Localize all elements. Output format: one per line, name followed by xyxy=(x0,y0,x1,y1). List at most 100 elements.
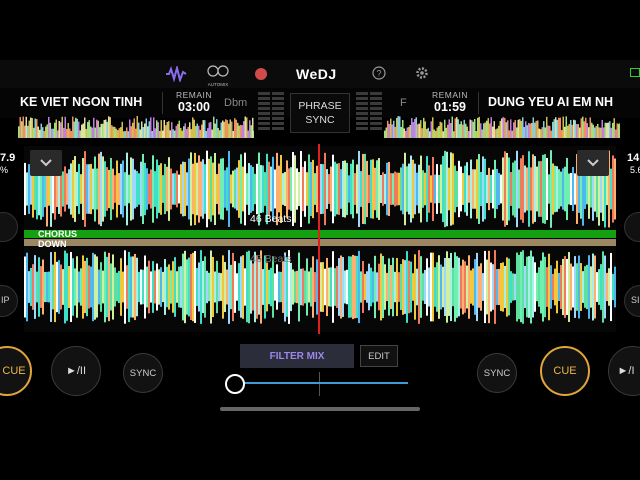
waveform-icon[interactable] xyxy=(165,66,187,82)
waveform-bar xyxy=(398,272,400,302)
deck-left-cue-button[interactable]: CUE xyxy=(0,346,32,396)
waveform-bar xyxy=(44,271,46,303)
deck-left-sync-button[interactable]: SYNC xyxy=(123,353,163,393)
waveform-bar xyxy=(246,173,248,205)
waveform-bar xyxy=(534,156,536,222)
waveform-bar xyxy=(238,263,240,311)
deck-left-level-meter xyxy=(272,92,284,134)
waveform-bar xyxy=(396,172,398,206)
overview-bar xyxy=(226,120,228,138)
waveform-bar xyxy=(200,161,202,217)
deck-left-remain-label: REMAIN xyxy=(176,90,213,100)
waveform-bar xyxy=(434,267,436,307)
automix-button[interactable]: AUTOMIX xyxy=(206,64,230,87)
overview-bar xyxy=(121,121,123,138)
deck-left-bpm[interactable]: 7.9 xyxy=(0,152,15,164)
deck-right-side-button[interactable] xyxy=(624,212,640,242)
waveform-bar xyxy=(544,256,546,318)
deck-right-sync-button[interactable]: SYNC xyxy=(477,353,517,393)
deck-right-side-button[interactable]: SI xyxy=(624,285,640,317)
crossfader-thumb[interactable] xyxy=(225,374,245,394)
waveform-bar xyxy=(286,257,288,317)
waveform-bar xyxy=(438,255,440,319)
waveform-bar xyxy=(230,174,232,204)
waveform-bar xyxy=(68,169,70,209)
overview-bar xyxy=(157,122,159,138)
waveform-bar xyxy=(124,250,126,324)
waveform-bar xyxy=(102,156,104,222)
overview-bar xyxy=(493,121,495,138)
waveform-bar xyxy=(322,262,324,312)
waveform-bar xyxy=(324,268,326,306)
overview-bar xyxy=(18,126,20,138)
crossfader-track[interactable] xyxy=(236,382,408,384)
waveform-bar xyxy=(408,260,410,314)
waveform-bar xyxy=(326,169,328,209)
filter-mix-button[interactable]: FILTER MIX xyxy=(240,344,354,368)
overview-bar xyxy=(27,125,29,138)
edit-button[interactable]: EDIT xyxy=(360,345,398,367)
overview-bar xyxy=(183,126,185,138)
overview-bar xyxy=(193,119,195,138)
waveform-bar xyxy=(96,256,98,318)
deck-left-waveform[interactable] xyxy=(24,150,616,228)
waveform-bar xyxy=(196,162,198,216)
overview-bar xyxy=(588,127,590,138)
waveform-bar xyxy=(82,255,84,319)
waveform-bar xyxy=(54,251,56,323)
gear-icon[interactable] xyxy=(415,66,429,80)
waveform-bar xyxy=(116,272,118,302)
waveform-bar xyxy=(414,163,416,215)
waveform-bar xyxy=(224,261,226,313)
deck-right-cue-button[interactable]: CUE xyxy=(540,346,590,396)
waveform-bar xyxy=(90,163,92,215)
deck-left-track-title[interactable]: KE VIET NGON TINH xyxy=(20,95,160,109)
deck-left-beats-label: 46 Beats xyxy=(250,213,292,225)
waveform-bar xyxy=(142,269,144,305)
waveform-bar xyxy=(446,251,448,323)
deck-right-overview-waveform[interactable] xyxy=(384,116,620,138)
deck-right-track-title[interactable]: DUNG YEU AI EM NH xyxy=(488,95,640,109)
waveform-bar xyxy=(406,166,408,212)
overview-bar xyxy=(580,118,582,138)
help-icon[interactable]: ? xyxy=(372,66,386,80)
deck-right-bpm[interactable]: 14 xyxy=(627,152,639,164)
waveform-bar xyxy=(350,163,352,215)
waveform-bar xyxy=(566,258,568,316)
deck-left-play-pause-button[interactable]: ►/II xyxy=(51,346,101,396)
waveform-bar xyxy=(410,261,412,313)
deck-left-pitch: % xyxy=(0,165,9,175)
deck-left-overview-waveform[interactable] xyxy=(18,116,254,138)
overview-bar xyxy=(90,126,92,138)
overview-bar xyxy=(586,123,588,138)
waveform-bar xyxy=(378,263,380,311)
waveform-bar xyxy=(30,173,32,205)
overview-bar xyxy=(150,117,152,138)
overview-bar xyxy=(25,116,27,138)
overview-bar xyxy=(24,125,26,138)
deck-right-expand-button[interactable] xyxy=(577,150,609,176)
waveform-bar xyxy=(478,154,480,224)
phrase-sync-button[interactable]: PHRASE SYNC xyxy=(290,93,350,133)
waveform-bar xyxy=(242,255,244,319)
deck-left-side-button[interactable] xyxy=(0,212,18,242)
waveform-bar xyxy=(80,268,82,306)
waveform-bar xyxy=(246,251,248,323)
waveform-bar xyxy=(182,253,184,321)
overview-bar xyxy=(429,131,431,138)
record-icon[interactable] xyxy=(255,68,267,80)
deck-right-waveform[interactable] xyxy=(24,250,616,324)
waveform-bar xyxy=(156,159,158,219)
waveform-bar xyxy=(416,268,418,306)
deck-right-play-pause-button[interactable]: ►/I xyxy=(608,346,640,396)
deck-left-expand-button[interactable] xyxy=(30,150,62,176)
overview-bar xyxy=(414,119,416,138)
overview-bar xyxy=(118,128,120,138)
overview-bar xyxy=(93,117,95,138)
overview-bar xyxy=(460,121,462,138)
waveform-bar xyxy=(138,271,140,303)
deck-left-side-button[interactable]: IP xyxy=(0,285,18,317)
waveform-bar xyxy=(564,166,566,212)
overview-bar xyxy=(457,119,459,138)
phrase-band-down xyxy=(24,239,616,246)
